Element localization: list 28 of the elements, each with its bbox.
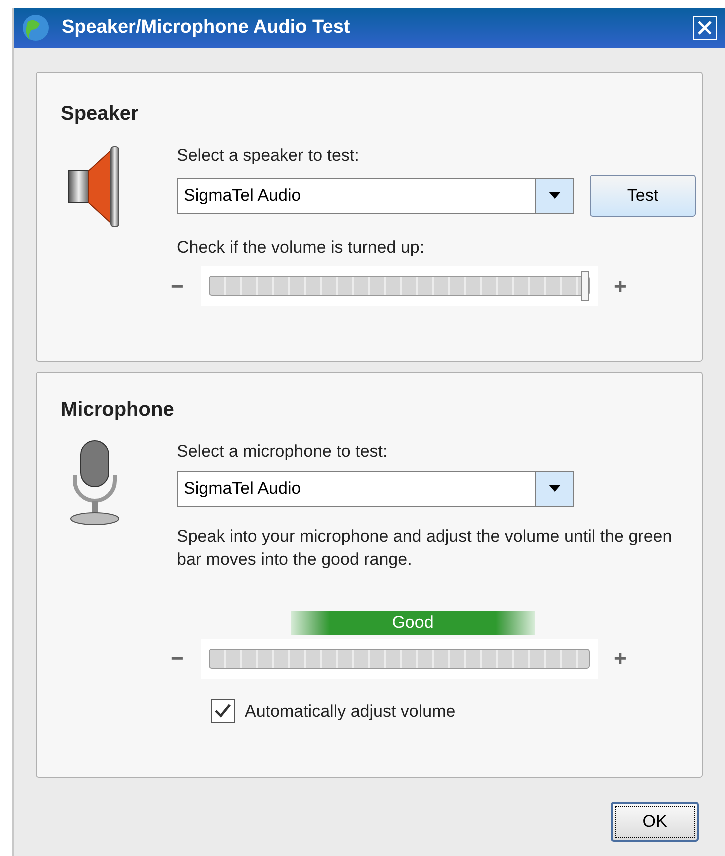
dropdown-caret-icon[interactable]: [535, 472, 573, 506]
field-label: Select a microphone to test:: [177, 441, 389, 463]
test-button[interactable]: Test: [590, 174, 696, 216]
checkbox[interactable]: [211, 699, 235, 724]
device-dropdown[interactable]: SigmaTel Audio: [177, 178, 574, 214]
instructions-text: Speak into your microphone and adjust the volume until the green bar moves into the good range.: [177, 526, 674, 570]
checkmark-icon: [215, 704, 231, 718]
dropdown-value: SigmaTel Audio: [183, 184, 302, 207]
section-heading: Speaker: [61, 102, 140, 127]
dropdown-caret-icon[interactable]: [535, 178, 573, 212]
close-button[interactable]: [693, 16, 717, 40]
plus-label: +: [614, 272, 627, 300]
ok-button[interactable]: OK: [611, 802, 699, 842]
section-heading: Microphone: [61, 398, 176, 423]
globe-icon: [22, 14, 50, 42]
checkbox-label: Automatically adjust volume: [245, 700, 456, 722]
range-label: Good: [392, 612, 434, 634]
minus-label: −: [171, 645, 185, 673]
device-dropdown[interactable]: SigmaTel Audio: [177, 470, 574, 506]
field-label: Select a speaker to test:: [177, 145, 360, 167]
field-label: Check if the volume is turned up:: [177, 236, 426, 258]
dropdown-value: SigmaTel Audio: [183, 478, 302, 500]
volume-slider[interactable]: [201, 266, 598, 306]
minus-label: −: [171, 272, 185, 300]
window-title: Speaker/Microphone Audio Test: [62, 16, 352, 40]
slider-thumb[interactable]: [581, 271, 589, 301]
plus-label: +: [614, 645, 627, 673]
close-icon: [698, 21, 712, 35]
